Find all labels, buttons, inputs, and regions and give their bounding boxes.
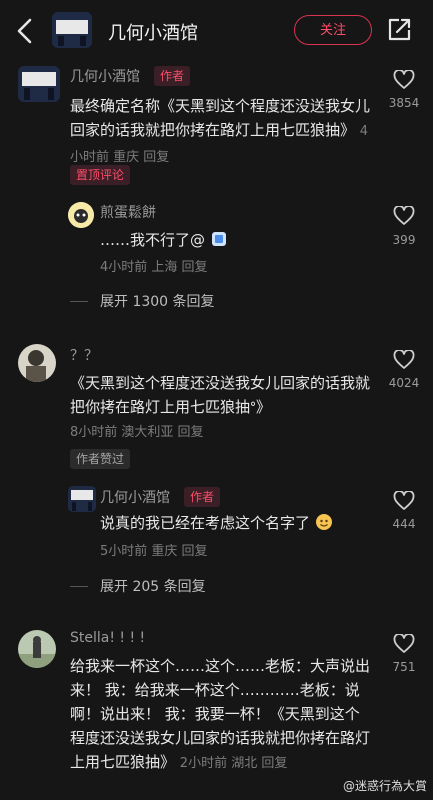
like-heart-icon[interactable] bbox=[393, 350, 415, 370]
like-heart-icon[interactable] bbox=[393, 206, 415, 226]
like-heart-icon[interactable] bbox=[393, 634, 415, 654]
share-icon[interactable] bbox=[386, 17, 412, 43]
back-arrow-icon[interactable] bbox=[14, 17, 36, 45]
like-count: 444 bbox=[392, 517, 416, 531]
expand-replies-button[interactable]: 展开 1300 条回复 bbox=[100, 291, 215, 311]
reply-author-name[interactable]: 煎蛋鬆餅 bbox=[100, 202, 156, 222]
watermark: @迷惑行為大賞 bbox=[342, 779, 427, 793]
like-count: 751 bbox=[392, 660, 416, 674]
like-count: 4024 bbox=[388, 376, 420, 390]
comment-author-name[interactable]: 几何小酒馆 bbox=[70, 66, 140, 86]
reply-meta[interactable]: 4小时前 上海 回复 bbox=[100, 256, 208, 275]
expand-replies-button[interactable]: 展开 205 条回复 bbox=[100, 576, 206, 596]
author-avatar[interactable] bbox=[18, 66, 60, 102]
reply-meta[interactable]: 5小时前 重庆 回复 bbox=[100, 540, 208, 559]
comment-author-name[interactable]: ？？ bbox=[70, 345, 98, 365]
comment-meta[interactable]: 8小时前 澳大利亚 回复 bbox=[70, 421, 204, 440]
like-count: 3854 bbox=[388, 96, 420, 110]
like-heart-icon[interactable] bbox=[393, 491, 415, 511]
reply-text: ……我不行了@ bbox=[100, 228, 370, 252]
commenter-avatar[interactable] bbox=[18, 630, 56, 668]
comment-text: 给我来一杯这个……这个……老板：大声说出来！ 我：给我来一杯这个…………老板：说… bbox=[70, 657, 371, 771]
author-badge: 作者 bbox=[184, 487, 221, 507]
emoji-face-icon bbox=[315, 514, 332, 530]
channel-avatar[interactable] bbox=[52, 12, 92, 48]
pinned-badge: 置顶评论 bbox=[70, 165, 131, 185]
comment-author-name[interactable]: Stella! ! ! ! bbox=[70, 630, 145, 646]
commenter-avatar[interactable] bbox=[18, 344, 56, 382]
comment-text: 最终确定名称《天黑到这个程度还没送我女儿回家的话我就把你拷在路灯上用七匹狼抽》 … bbox=[70, 97, 371, 165]
follow-button[interactable]: 关注 bbox=[294, 15, 372, 45]
comment-text: 《天黑到这个程度还没送我女儿回家的话我就把你拷在路灯上用七匹狼抽ᐤ》 bbox=[70, 374, 371, 416]
top-bar: 几何小酒馆 关注 bbox=[0, 0, 433, 62]
page-title: 几何小酒馆 bbox=[108, 23, 198, 44]
reply-avatar[interactable] bbox=[68, 202, 94, 228]
like-count: 399 bbox=[392, 233, 416, 247]
author-liked-badge: 作者赞过 bbox=[70, 449, 131, 469]
like-heart-icon[interactable] bbox=[393, 70, 415, 90]
reply-author-name[interactable]: 几何小酒馆 bbox=[100, 487, 170, 507]
divider-line bbox=[70, 586, 88, 587]
reply-text: 说真的我已经在考虑这个名字了 bbox=[100, 511, 370, 535]
divider-line bbox=[70, 301, 88, 302]
comment-meta[interactable]: 2小时前 湖北 回复 bbox=[180, 756, 288, 771]
emoji-sticker-icon bbox=[211, 232, 226, 246]
author-badge: 作者 bbox=[154, 66, 191, 86]
reply-avatar[interactable] bbox=[68, 486, 96, 512]
